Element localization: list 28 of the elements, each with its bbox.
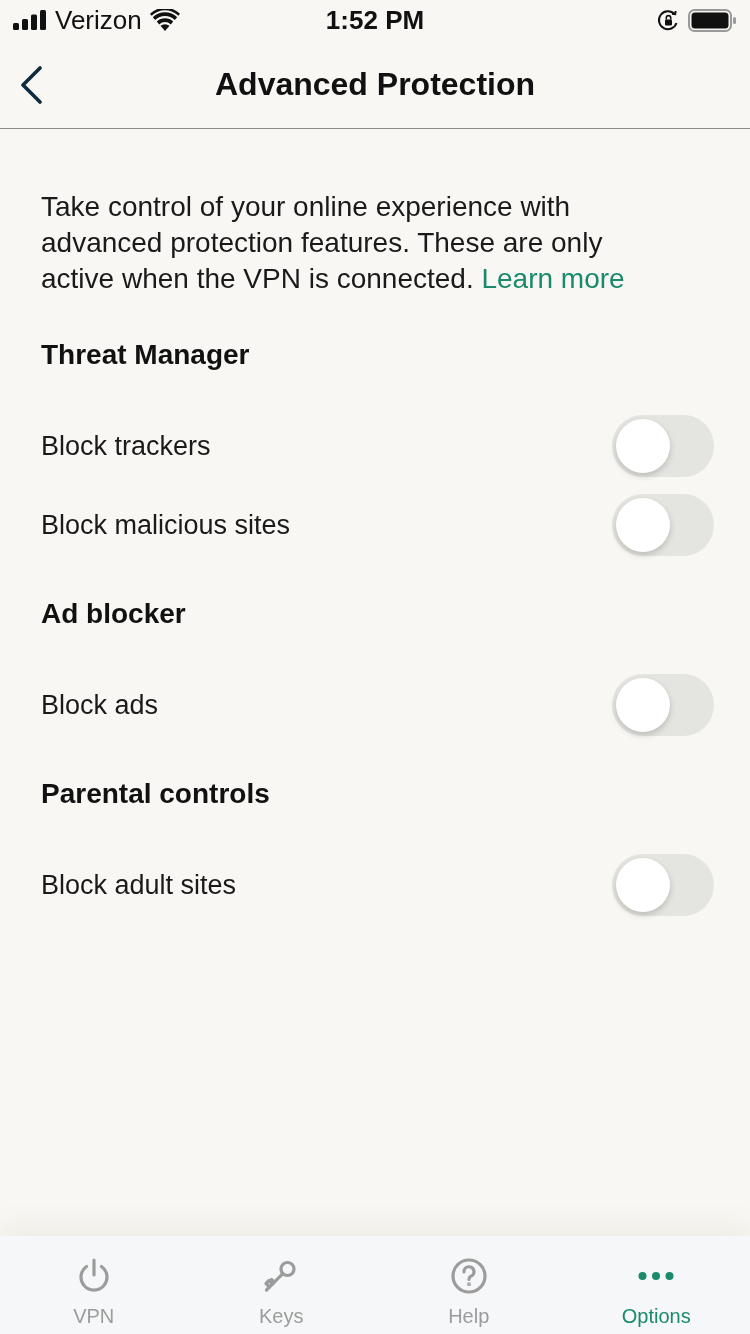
tab-item[interactable]: Keys	[187, 1236, 375, 1334]
toggle-switch[interactable]	[612, 414, 714, 477]
page-title: Advanced Protection	[214, 65, 536, 104]
battery-icon	[688, 8, 736, 32]
toggle-switch[interactable]	[612, 493, 714, 556]
carrier-name: Verizon	[55, 5, 142, 35]
power-icon	[76, 1258, 111, 1294]
section-title: Threat Manager	[41, 338, 251, 372]
tab-item[interactable]: Help	[375, 1236, 563, 1334]
toggle-switch[interactable]	[612, 673, 714, 736]
chevron-left-icon	[18, 66, 44, 104]
section-title: Ad blocker	[41, 597, 187, 631]
setting-label: Block malicious sites	[41, 508, 291, 542]
learn-more-link[interactable]: Learn more	[481, 263, 625, 294]
setting-label: Block trackers	[41, 429, 211, 463]
wifi-icon	[149, 9, 180, 31]
tab-item[interactable]: Options	[562, 1236, 750, 1334]
status-time: 1:52 PM	[325, 5, 425, 35]
setting-label: Block adult sites	[41, 868, 237, 902]
more-icon	[638, 1271, 675, 1281]
signal-icon	[13, 10, 47, 30]
rotation-lock-icon	[657, 8, 680, 32]
section-title: Parental controls	[41, 777, 271, 811]
toggle-switch[interactable]	[612, 853, 714, 916]
tab-item[interactable]: VPN	[0, 1236, 188, 1334]
intro-text: Take control of your online experience with advanced protection features. These are only active when the VPN is connected. Learn more	[41, 190, 626, 296]
help-icon	[450, 1258, 487, 1294]
setting-label: Block ads	[41, 688, 159, 722]
